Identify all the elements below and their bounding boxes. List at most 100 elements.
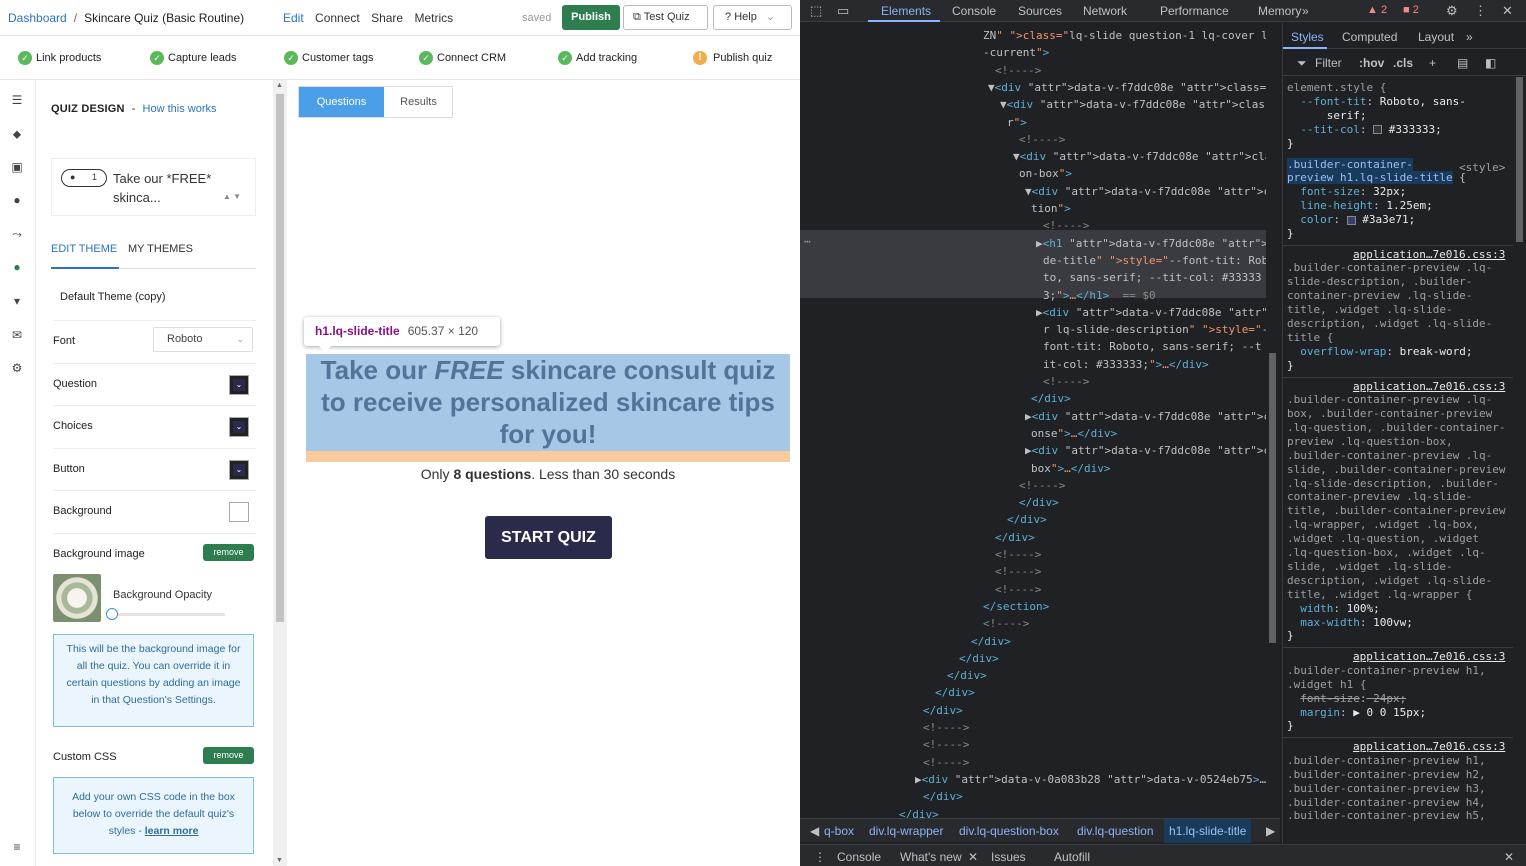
font-select[interactable]: Roboto ⌄: [153, 327, 253, 352]
step-link-products[interactable]: ✓ Link products: [18, 51, 101, 65]
style-line[interactable]: .lq-slide-description, .builder-: [1287, 477, 1499, 491]
tab-questions[interactable]: Questions: [299, 87, 384, 117]
choices-color-swatch[interactable]: ⌄: [229, 417, 249, 437]
remove-css-button[interactable]: remove: [203, 747, 254, 764]
dom-line[interactable]: ▶<div "attr">data-v-0a083b28 "attr">data…: [915, 771, 1280, 788]
style-line[interactable]: --font-tit: Roboto, sans-: [1287, 95, 1466, 109]
test-quiz-button[interactable]: ⧉ Test Quiz: [623, 5, 708, 30]
opacity-slider[interactable]: [106, 608, 225, 620]
list-icon[interactable]: ☰: [10, 93, 24, 107]
style-line[interactable]: box, .builder-container-preview: [1287, 407, 1492, 421]
tab-styles[interactable]: Styles: [1291, 30, 1324, 44]
style-line[interactable]: }: [1287, 227, 1294, 241]
scroll-thumb[interactable]: [1516, 77, 1523, 242]
dom-line[interactable]: <!---->: [923, 736, 969, 753]
step-publish-quiz[interactable]: ! Publish quiz: [693, 51, 772, 65]
style-line[interactable]: title {: [1287, 331, 1333, 345]
settings-icon[interactable]: ⚙: [1446, 3, 1458, 19]
style-line[interactable]: slide-description, .builder-: [1287, 275, 1472, 289]
dom-line[interactable]: ▶<div "attr">data-v-f7ddc08e "attr">clas…: [1025, 408, 1280, 425]
dom-line[interactable]: 3;">…</h1> == $0: [1043, 287, 1156, 304]
style-line[interactable]: max-width: 100vw;: [1287, 616, 1413, 630]
help-button[interactable]: ? Help ⌄: [713, 5, 792, 30]
dom-line[interactable]: to, sans-serif; --tit-col: #33333: [1043, 269, 1262, 286]
button-color-swatch[interactable]: ⌄: [229, 460, 249, 480]
dom-line[interactable]: ▼<div "attr">data-v-f7ddc08e "attr">clas…: [988, 79, 1280, 96]
drawer-menu-icon[interactable]: ⋮: [814, 850, 826, 864]
style-line[interactable]: application…7e016.css:3: [1353, 380, 1505, 394]
drawer-tab-issues[interactable]: Issues: [991, 850, 1026, 864]
more-tabs-icon[interactable]: »: [1302, 4, 1309, 18]
style-line[interactable]: .builder-container-preview .lq-: [1287, 393, 1492, 407]
style-line[interactable]: .builder-container-: [1287, 157, 1413, 172]
publish-button[interactable]: Publish: [562, 5, 620, 30]
style-line[interactable]: slide, .builder-container-preview: [1287, 463, 1506, 477]
dom-line[interactable]: -current">: [983, 44, 1049, 61]
close-icon[interactable]: ✕: [1502, 3, 1513, 19]
breadcrumb-next-icon[interactable]: ▶: [1266, 824, 1275, 838]
close-icon[interactable]: ✕: [968, 850, 978, 864]
tab-memory[interactable]: Memory: [1258, 4, 1301, 18]
style-line[interactable]: .builder-container-preview .lq-: [1287, 261, 1492, 275]
color-swatch[interactable]: [1346, 215, 1356, 225]
dom-line[interactable]: <!---->: [995, 563, 1041, 580]
nav-edit[interactable]: Edit: [283, 11, 304, 25]
dom-line[interactable]: r">: [1007, 114, 1027, 131]
crumb-lq-wrapper[interactable]: div.lq-wrapper: [869, 824, 943, 838]
style-line[interactable]: slide, .widget .lq-slide-: [1287, 560, 1453, 574]
scroll-thumb[interactable]: [276, 94, 284, 622]
dom-line[interactable]: ▼<div "attr">data-v-f7ddc08e "attr">clas…: [1025, 183, 1280, 200]
dom-line[interactable]: </div>: [923, 702, 963, 719]
start-quiz-button[interactable]: START QUIZ: [485, 516, 612, 559]
error-count[interactable]: ■ 2: [1403, 4, 1419, 16]
crumb-lq-slide-title[interactable]: h1.lq-slide-title: [1164, 819, 1252, 843]
filter-input[interactable]: Filter: [1315, 56, 1342, 70]
panel-scrollbar[interactable]: ▲ ▼: [273, 80, 287, 866]
question-color-swatch[interactable]: ⌄: [229, 375, 249, 395]
dom-line[interactable]: tion">: [1031, 200, 1071, 217]
dom-line[interactable]: <!---->: [995, 546, 1041, 563]
class-toggle[interactable]: .cls: [1393, 56, 1413, 70]
step-connect-crm[interactable]: ✓ Connect CRM: [419, 51, 506, 65]
breadcrumb-dashboard[interactable]: Dashboard: [8, 11, 67, 25]
dom-line[interactable]: <!---->: [1019, 131, 1065, 148]
style-line[interactable]: font-size: 32px;: [1287, 185, 1406, 199]
remove-bg-image-button[interactable]: remove: [203, 544, 254, 561]
style-line[interactable]: }: [1287, 719, 1294, 733]
warning-count[interactable]: ▲ 2: [1367, 4, 1387, 16]
style-line[interactable]: preview h1.lq-slide-title {: [1287, 171, 1466, 185]
style-line[interactable]: .widget h1 {: [1287, 678, 1366, 692]
style-line[interactable]: }: [1287, 629, 1294, 643]
style-line[interactable]: .lq-question, .builder-container-: [1287, 421, 1506, 435]
tab-my-themes[interactable]: MY THEMES: [128, 243, 193, 255]
dom-line[interactable]: font-tit: Roboto, sans-serif; --t: [1043, 338, 1262, 355]
color-swatch[interactable]: [1373, 125, 1383, 135]
drawer-tab-whats-new[interactable]: What's new: [900, 850, 962, 864]
kebab-menu-icon[interactable]: ⋮: [1474, 3, 1487, 19]
style-line[interactable]: .builder-container-preview h1,: [1287, 664, 1486, 678]
style-line[interactable]: .builder-container-preview .lq-: [1287, 449, 1492, 463]
style-line[interactable]: title, .builder-container-preview: [1287, 504, 1506, 518]
dom-line[interactable]: onse">…</div>: [1031, 425, 1117, 442]
tab-sources[interactable]: Sources: [1018, 4, 1062, 18]
style-source[interactable]: <style>: [1459, 161, 1505, 175]
dom-line[interactable]: <!---->: [923, 719, 969, 736]
menu-icon[interactable]: ≡: [10, 840, 24, 854]
style-line[interactable]: .lq-question-box, .widget .lq-: [1287, 546, 1486, 560]
dom-line[interactable]: ▼<div "attr">data-v-f7ddc08e "attr">clas…: [1013, 148, 1280, 165]
styles-scrollbar[interactable]: [1513, 77, 1526, 844]
breadcrumb-prev-icon[interactable]: ◀: [810, 824, 819, 838]
device-toggle-icon[interactable]: ▭: [837, 3, 849, 19]
droplet-icon[interactable]: ●: [10, 260, 24, 274]
tab-performance[interactable]: Performance: [1160, 4, 1229, 18]
style-line[interactable]: .lq-wrapper, .widget .lq-box,: [1287, 518, 1479, 532]
more-tabs-icon[interactable]: »: [1466, 30, 1473, 44]
style-line[interactable]: .builder-container-preview h1,: [1287, 754, 1486, 768]
scroll-thumb[interactable]: [1269, 353, 1276, 643]
style-line[interactable]: font-size: 24px;: [1287, 692, 1406, 706]
how-this-works-link[interactable]: How this works: [143, 103, 217, 115]
nav-share[interactable]: Share: [371, 11, 403, 25]
user-icon[interactable]: ●: [10, 193, 24, 207]
style-line[interactable]: .builder-container-preview h5,: [1287, 809, 1486, 823]
tab-edit-theme[interactable]: EDIT THEME: [51, 243, 117, 255]
